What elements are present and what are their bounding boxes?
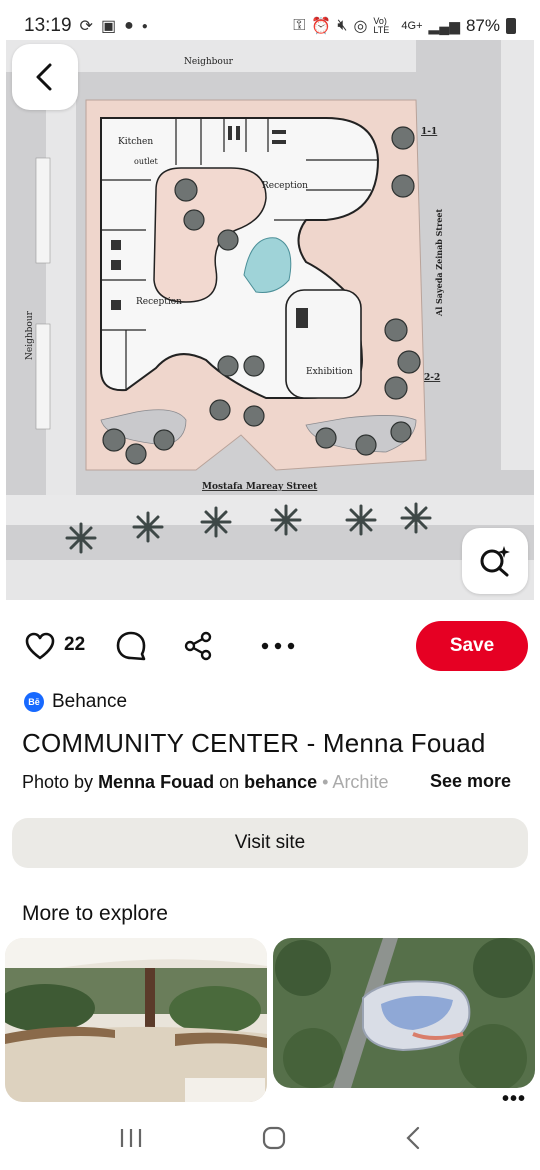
- back-arrow-icon: [36, 63, 52, 91]
- visual-search-button[interactable]: [462, 528, 528, 594]
- plan-label-reception-top: Reception: [262, 181, 308, 191]
- sync-icon: ⟳: [79, 18, 93, 35]
- signal-icon: ▂▄▆: [428, 17, 460, 34]
- chat-icon: ●: [124, 17, 134, 34]
- desc-mid: on: [214, 772, 245, 792]
- lens-search-icon: [480, 546, 510, 577]
- back-button[interactable]: [12, 44, 78, 110]
- pin-title: COMMUNITY CENTER - Menna Fouad: [22, 728, 486, 758]
- desc-site-link[interactable]: behance: [244, 772, 317, 792]
- alarm-icon: ⏰: [311, 18, 332, 35]
- plan-label-exhibition: Exhibition: [306, 367, 353, 377]
- plan-label-outlet: outlet: [134, 157, 158, 166]
- plan-label-neighbour-left: Neighbour: [25, 310, 35, 360]
- visit-site-button[interactable]: Visit site: [12, 818, 528, 868]
- nav-home-icon[interactable]: [262, 1126, 286, 1155]
- more-to-explore-heading: More to explore: [22, 902, 168, 925]
- plan-label-street-bottom: Mostafa Mareay Street: [202, 482, 318, 492]
- network-label: Vo) LTE: [373, 16, 390, 35]
- gallery-icon: ▣: [100, 18, 117, 35]
- desc-prefix: Photo by: [22, 772, 99, 792]
- plan-label-reception-left: Reception: [136, 297, 182, 307]
- nav-back-icon[interactable]: [405, 1126, 421, 1155]
- see-more-link[interactable]: See more: [420, 771, 512, 792]
- like-count: 22: [64, 634, 86, 655]
- mute-icon: 🔇︎: [337, 17, 348, 34]
- key-icon: ⚿: [293, 17, 306, 34]
- save-button[interactable]: Save: [416, 621, 528, 671]
- behance-logo-icon: Bē: [24, 692, 44, 712]
- explore-pin-thumbnail[interactable]: [273, 938, 535, 1088]
- plan-label-section-1: 1-1: [421, 127, 437, 137]
- source-link[interactable]: Bē Behance: [24, 691, 127, 713]
- like-button[interactable]: [22, 628, 58, 664]
- more-dots-icon: [261, 642, 295, 650]
- nav-recents-icon[interactable]: [119, 1127, 143, 1154]
- network-type: 4G+: [401, 20, 423, 32]
- comment-button[interactable]: [112, 627, 150, 665]
- source-name: Behance: [52, 691, 128, 712]
- system-nav-bar: [0, 1110, 540, 1170]
- battery-percent: 87%: [465, 16, 500, 35]
- notification-dot-icon: ●: [141, 20, 148, 32]
- plan-label-neighbour-top: Neighbour: [184, 57, 234, 67]
- desc-author-link[interactable]: Menna Fouad: [98, 772, 214, 792]
- hotspot-icon: ◎: [353, 18, 368, 35]
- plan-label-section-2: 2-2: [424, 373, 440, 383]
- plan-label-kitchen: Kitchen: [118, 137, 153, 147]
- status-time: 13:19: [24, 15, 72, 36]
- explore-pin-thumbnail[interactable]: [5, 938, 267, 1102]
- share-icon: [184, 631, 212, 661]
- comment-icon: [116, 631, 146, 661]
- heart-icon: [25, 632, 55, 660]
- battery-icon: [506, 18, 516, 34]
- thumbnail-more-icon[interactable]: •••: [502, 1088, 526, 1111]
- plan-label-street-right: Al Sayeda Zeinab Street: [434, 208, 444, 317]
- desc-suffix: • Archite: [317, 772, 389, 792]
- more-options-button[interactable]: [256, 630, 300, 662]
- share-button[interactable]: [180, 628, 216, 664]
- pin-image[interactable]: Neighbour Neighbour Kitchen outlet Recep…: [6, 40, 534, 600]
